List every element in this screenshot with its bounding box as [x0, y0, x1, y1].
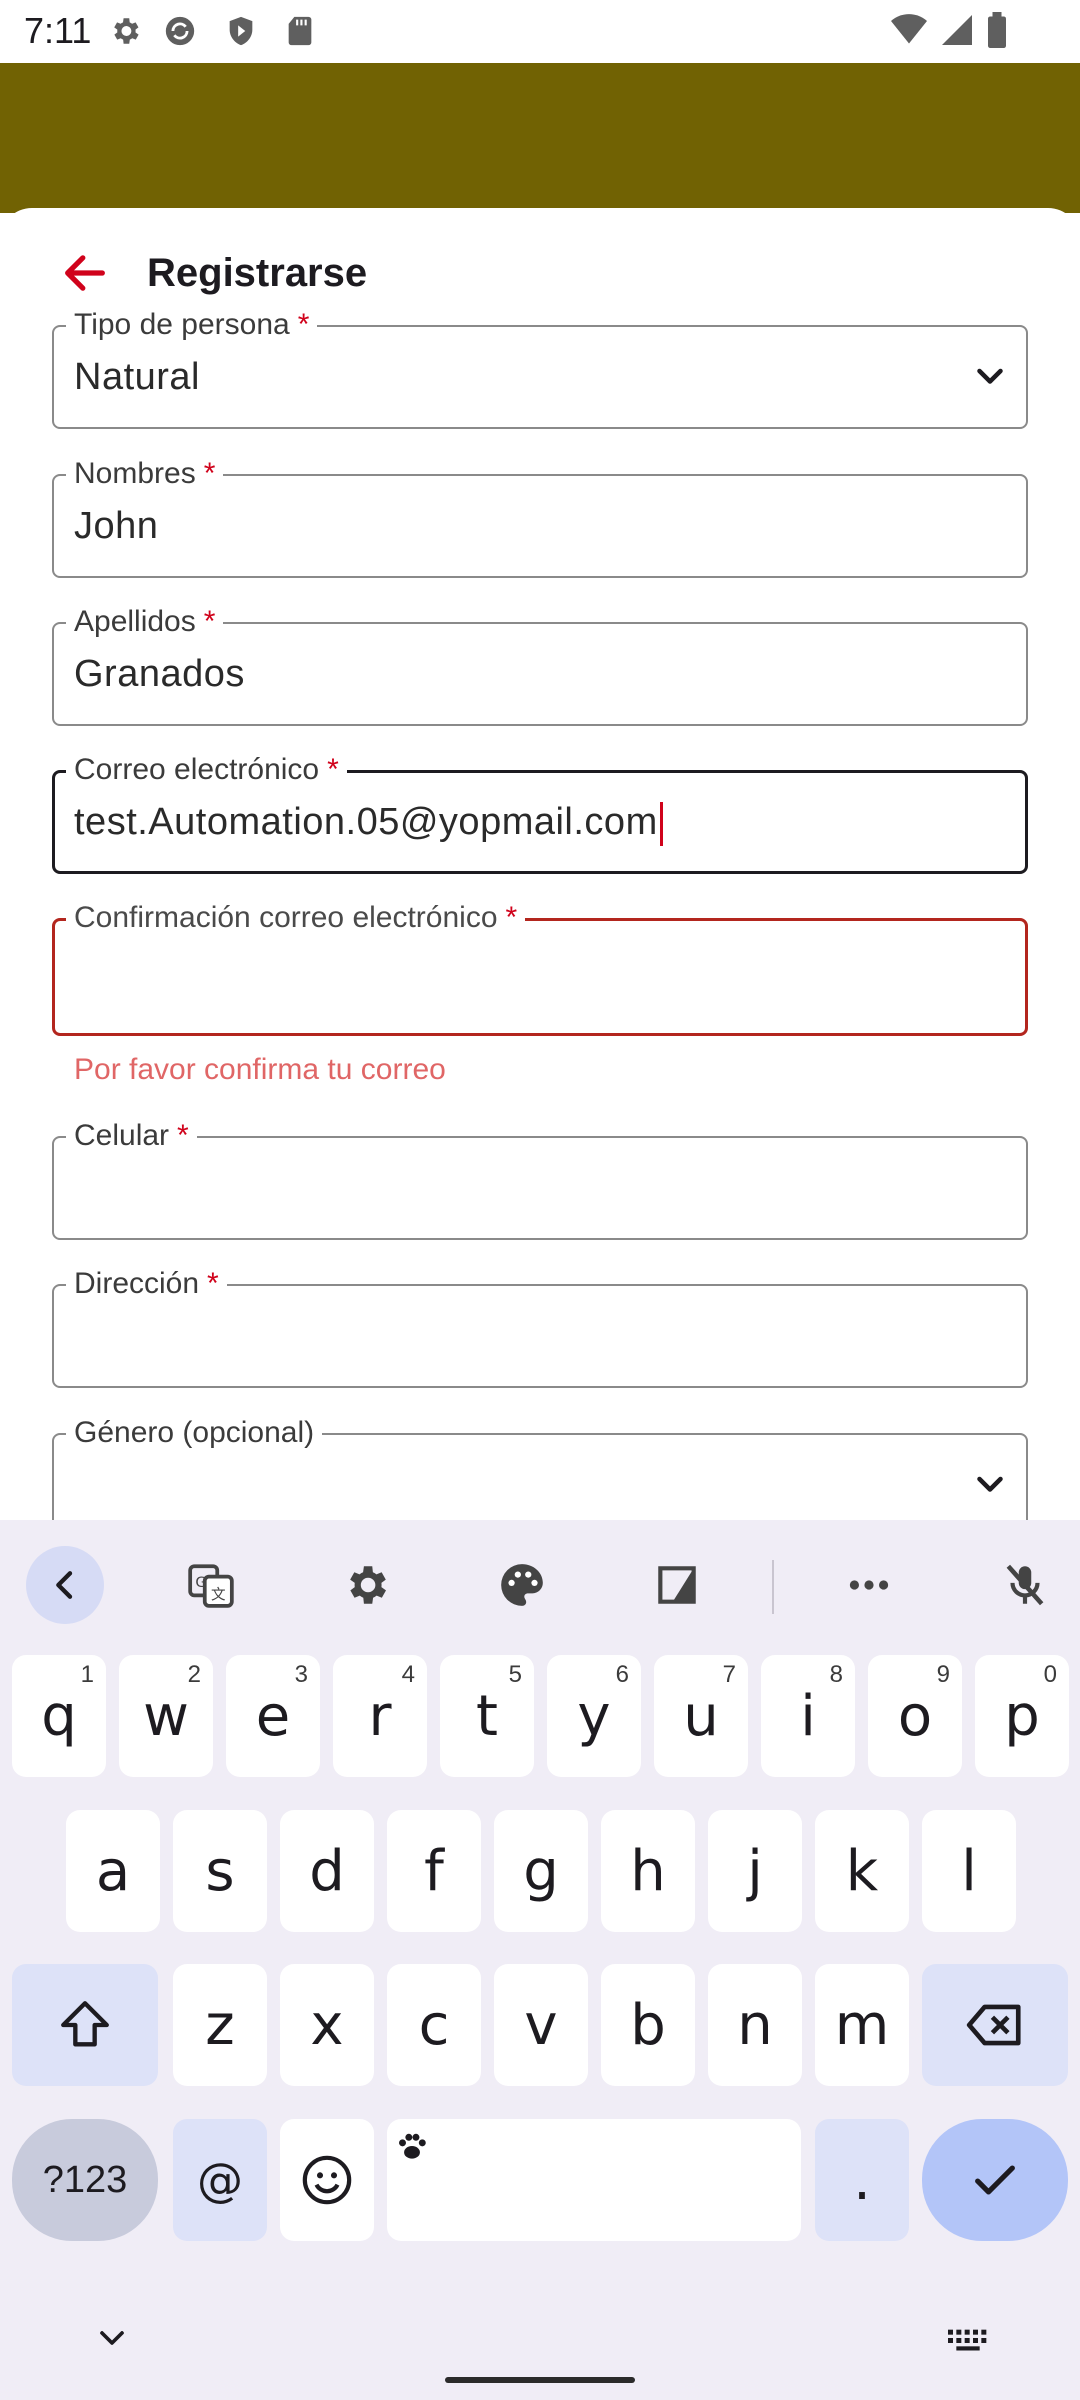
status-time: 7:11	[24, 10, 92, 51]
celular-label: Celular *	[66, 1116, 197, 1156]
tipo-persona-value: Natural	[74, 356, 200, 398]
paw-icon	[399, 2133, 426, 2159]
text-caret	[659, 801, 663, 846]
key-i[interactable]: i8	[761, 1655, 855, 1777]
key-d[interactable]: d	[280, 1810, 374, 1932]
direccion-label: Dirección *	[66, 1264, 227, 1304]
wifi-icon	[891, 14, 927, 44]
key-t[interactable]: t5	[440, 1655, 534, 1777]
enter-key[interactable]	[922, 2119, 1068, 2241]
chevron-down-icon[interactable]	[92, 2318, 132, 2358]
key-o[interactable]: o9	[868, 1655, 962, 1777]
arrow-left-icon	[65, 255, 105, 291]
email-confirm-error: Por favor confirma tu correo	[74, 1053, 446, 1086]
key-period[interactable]: .	[815, 2119, 909, 2241]
signal-icon	[942, 15, 972, 45]
emoji-icon	[302, 2155, 352, 2205]
mic-off-icon	[1006, 1564, 1044, 1606]
key-k[interactable]: k	[815, 1810, 909, 1932]
apellidos-label: Apellidos *	[66, 602, 224, 642]
chevron-down-icon	[977, 1476, 1003, 1492]
email-label: Correo electrónico *	[66, 750, 347, 790]
translate-button[interactable]: G文	[172, 1546, 250, 1624]
gear-icon	[114, 18, 139, 44]
key-m[interactable]: m	[815, 1964, 909, 2086]
key-g[interactable]: g	[494, 1810, 588, 1932]
chevron-down-icon	[977, 368, 1003, 384]
register-sheet: Registrarse Tipo de persona * Natural Nom…	[0, 208, 1080, 1520]
keyboard-switch-icon[interactable]	[946, 2318, 990, 2358]
symbols-key[interactable]: ?123	[12, 2119, 158, 2241]
email-value: test.Automation.05@yopmail.com	[74, 790, 663, 854]
floating-keyboard-button[interactable]	[638, 1546, 716, 1624]
home-indicator[interactable]	[445, 2377, 635, 2383]
shift-icon	[61, 2001, 109, 2047]
key-at[interactable]: @	[173, 2119, 267, 2241]
svg-text:文: 文	[211, 1587, 226, 1604]
key-p[interactable]: p0	[975, 1655, 1069, 1777]
email-confirm-field[interactable]: Confirmación correo electrónico *	[52, 898, 1028, 1036]
translate-icon: G文	[188, 1564, 234, 1608]
celular-box	[52, 1136, 1028, 1240]
header-banner	[0, 63, 1080, 213]
settings-icon	[350, 1566, 386, 1604]
key-e[interactable]: e3	[226, 1655, 320, 1777]
nombres-value: John	[74, 505, 159, 547]
key-h[interactable]: h	[601, 1810, 695, 1932]
navigation-bar	[0, 2280, 1080, 2400]
key-c[interactable]: c	[387, 1964, 481, 2086]
key-u[interactable]: u7	[654, 1655, 748, 1777]
checkmark-icon	[975, 2165, 1015, 2195]
status-bar: 7:11	[0, 0, 1080, 63]
more-button[interactable]	[830, 1546, 908, 1624]
key-n[interactable]: n	[708, 1964, 802, 2086]
backspace-icon	[966, 2004, 1021, 2046]
svg-text:G: G	[195, 1574, 206, 1591]
palette-icon	[501, 1564, 543, 1606]
key-a[interactable]: a	[66, 1810, 160, 1932]
key-w[interactable]: w2	[119, 1655, 213, 1777]
space-key[interactable]	[387, 2119, 801, 2241]
genero-label: Género (opcional)	[66, 1413, 323, 1453]
key-x[interactable]: x	[280, 1964, 374, 2086]
page-title: Registrarse	[147, 251, 368, 295]
nombres-label: Nombres *	[66, 454, 224, 494]
key-q[interactable]: q1	[12, 1655, 106, 1777]
key-s[interactable]: s	[173, 1810, 267, 1932]
shift-key[interactable]	[12, 1964, 158, 2086]
floating-keyboard-icon	[658, 1566, 696, 1604]
key-y[interactable]: y6	[547, 1655, 641, 1777]
voice-input-button[interactable]	[986, 1546, 1064, 1624]
more-icon	[849, 1580, 889, 1590]
apellidos-value: Granados	[74, 653, 245, 695]
back-button[interactable]	[50, 238, 120, 308]
keyboard-settings-button[interactable]	[327, 1546, 405, 1624]
emoji-key[interactable]	[280, 2119, 374, 2241]
key-f[interactable]: f	[387, 1810, 481, 1932]
shield-play-icon	[229, 16, 253, 46]
key-z[interactable]: z	[173, 1964, 267, 2086]
tipo-persona-label: Tipo de persona *	[66, 305, 318, 345]
chevron-left-icon	[56, 1571, 73, 1599]
key-j[interactable]: j	[708, 1810, 802, 1932]
backspace-key[interactable]	[922, 1964, 1068, 2086]
key-l[interactable]: l	[922, 1810, 1016, 1932]
key-r[interactable]: r4	[333, 1655, 427, 1777]
toolbar-divider	[772, 1560, 774, 1614]
theme-button[interactable]	[483, 1546, 561, 1624]
email-confirm-label: Confirmación correo electrónico *	[66, 898, 526, 938]
soft-keyboard: G文 q1 w2 e3 r4 t5 y6 u7 i8 o9 p0 a s d f…	[0, 1520, 1080, 2400]
key-v[interactable]: v	[494, 1964, 588, 2086]
sd-card-icon	[288, 16, 312, 46]
battery-icon	[988, 12, 1006, 48]
sync-icon	[165, 16, 195, 46]
keyboard-collapse-button[interactable]	[26, 1546, 104, 1624]
key-b[interactable]: b	[601, 1964, 695, 2086]
